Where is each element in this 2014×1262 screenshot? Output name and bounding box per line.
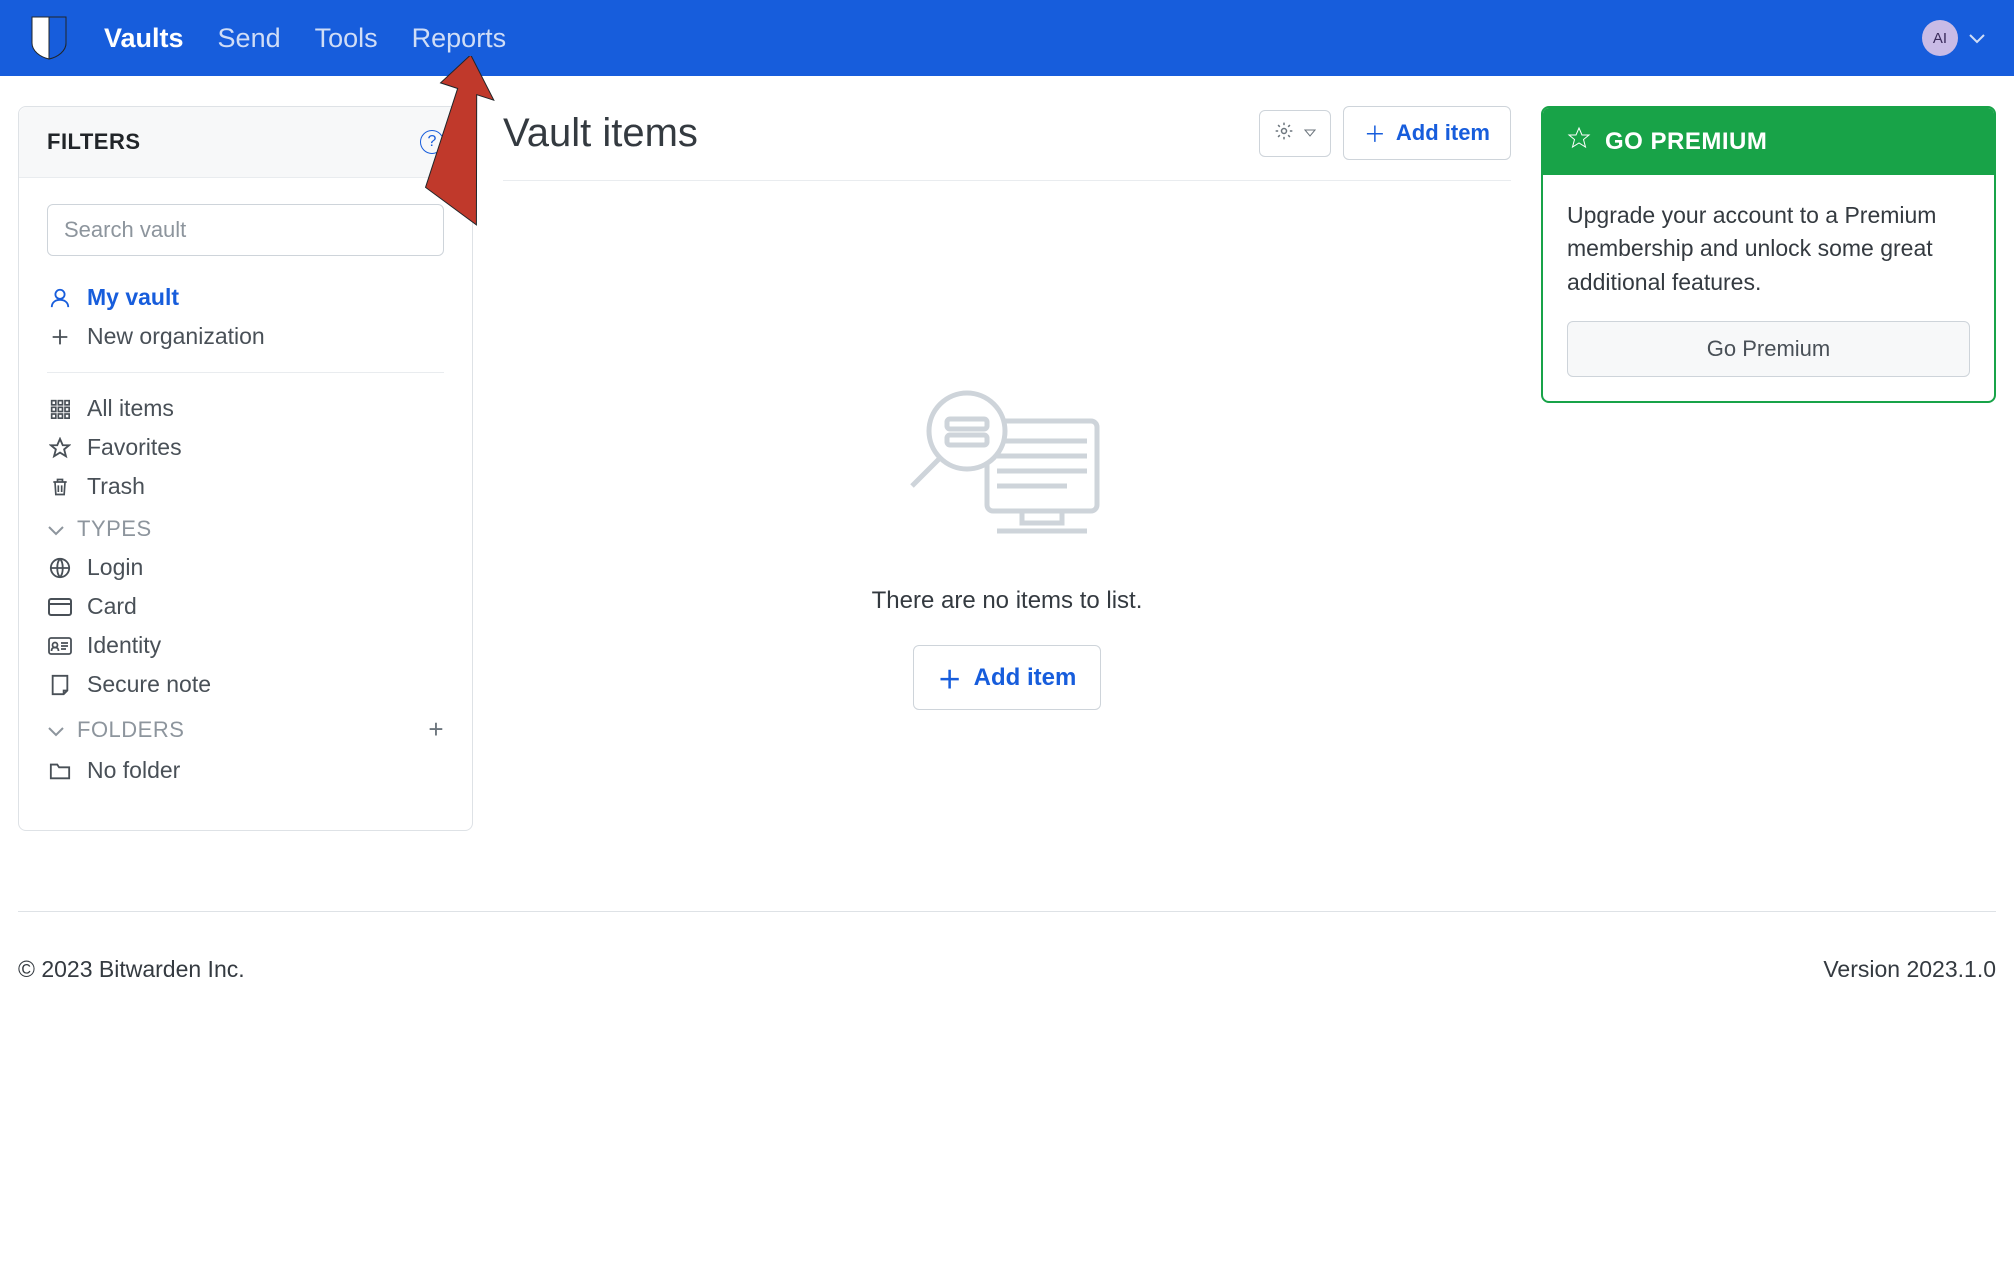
sidebar-item-label: Trash (87, 473, 145, 500)
go-premium-button[interactable]: Go Premium (1567, 321, 1970, 377)
empty-vault-icon (897, 381, 1117, 557)
main-content: Vault items ＋ Add item (503, 106, 1511, 831)
footer-copyright: © 2023 Bitwarden Inc. (18, 956, 245, 983)
nav-send[interactable]: Send (218, 23, 281, 54)
card-icon (47, 598, 73, 616)
globe-icon (47, 557, 73, 579)
sidebar-item-label: Card (87, 593, 137, 620)
plus-icon: ＋ (938, 660, 962, 695)
plus-icon (47, 326, 73, 348)
empty-state-text: There are no items to list. (872, 587, 1143, 615)
sidebar-item-identity[interactable]: Identity (47, 626, 444, 665)
sidebar-item-card[interactable]: Card (47, 587, 444, 626)
divider (47, 372, 444, 373)
types-heading[interactable]: TYPES (47, 506, 444, 548)
add-item-button[interactable]: ＋ Add item (1343, 106, 1511, 160)
sidebar-item-label: No folder (87, 757, 180, 784)
id-icon (47, 637, 73, 655)
premium-body-text: Upgrade your account to a Premium member… (1567, 199, 1970, 299)
avatar: AI (1922, 20, 1958, 56)
sidebar-item-trash[interactable]: Trash (47, 467, 444, 506)
sidebar-item-secure-note[interactable]: Secure note (47, 665, 444, 704)
star-icon (47, 437, 73, 459)
gear-icon (1274, 121, 1294, 146)
search-input[interactable] (47, 204, 444, 256)
nav-items: Vaults Send Tools Reports (104, 23, 506, 54)
help-icon[interactable]: ? (420, 130, 444, 154)
nav-tools[interactable]: Tools (315, 23, 378, 54)
sidebar-item-label: My vault (87, 284, 179, 311)
sidebar-item-label: New organization (87, 323, 265, 350)
sidebar-item-new-organization[interactable]: New organization (47, 317, 444, 356)
sidebar-item-all-items[interactable]: All items (47, 389, 444, 428)
footer: © 2023 Bitwarden Inc. Version 2023.1.0 (18, 911, 1996, 1027)
premium-card: GO PREMIUM Upgrade your account to a Pre… (1541, 106, 1996, 403)
caret-down-icon (1304, 124, 1316, 142)
button-label: Add item (974, 664, 1077, 692)
sidebar-item-label: Identity (87, 632, 161, 659)
top-navbar: Vaults Send Tools Reports AI (0, 0, 2014, 76)
user-icon (47, 287, 73, 309)
sidebar-item-my-vault[interactable]: My vault (47, 278, 444, 317)
page-title: Vault items (503, 111, 698, 156)
add-folder-button[interactable]: + (428, 714, 444, 745)
sidebar-item-label: Secure note (87, 671, 211, 698)
button-label: Add item (1396, 120, 1490, 146)
note-icon (47, 674, 73, 696)
right-sidebar: GO PREMIUM Upgrade your account to a Pre… (1541, 106, 1996, 831)
sidebar-item-label: Favorites (87, 434, 182, 461)
heading-label: TYPES (77, 516, 152, 542)
grid-icon (47, 399, 73, 419)
filters-title: FILTERS (47, 129, 141, 155)
footer-version: Version 2023.1.0 (1823, 956, 1996, 983)
chevron-down-icon (47, 717, 65, 743)
chevron-down-icon (47, 516, 65, 542)
sidebar-item-favorites[interactable]: Favorites (47, 428, 444, 467)
sidebar-item-login[interactable]: Login (47, 548, 444, 587)
sidebar-item-label: All items (87, 395, 174, 422)
star-filled-icon (1567, 126, 1591, 157)
heading-label: FOLDERS (77, 717, 184, 743)
folder-icon (47, 761, 73, 781)
empty-state: There are no items to list. ＋ Add item (503, 181, 1511, 710)
plus-icon: ＋ (1364, 117, 1386, 149)
nav-reports[interactable]: Reports (412, 23, 507, 54)
filters-sidebar: FILTERS ? My vault New organization All … (18, 106, 473, 831)
sidebar-item-label: Login (87, 554, 143, 581)
chevron-down-icon (1968, 27, 1986, 50)
empty-add-item-button[interactable]: ＋ Add item (913, 645, 1102, 710)
premium-heading: GO PREMIUM (1605, 128, 1767, 156)
sidebar-item-no-folder[interactable]: No folder (47, 751, 444, 790)
folders-heading[interactable]: FOLDERS + (47, 704, 444, 751)
bitwarden-logo-icon (28, 15, 70, 61)
vault-options-button[interactable] (1259, 110, 1331, 157)
nav-vaults[interactable]: Vaults (104, 23, 184, 54)
trash-icon (47, 476, 73, 498)
account-menu[interactable]: AI (1922, 20, 1986, 56)
